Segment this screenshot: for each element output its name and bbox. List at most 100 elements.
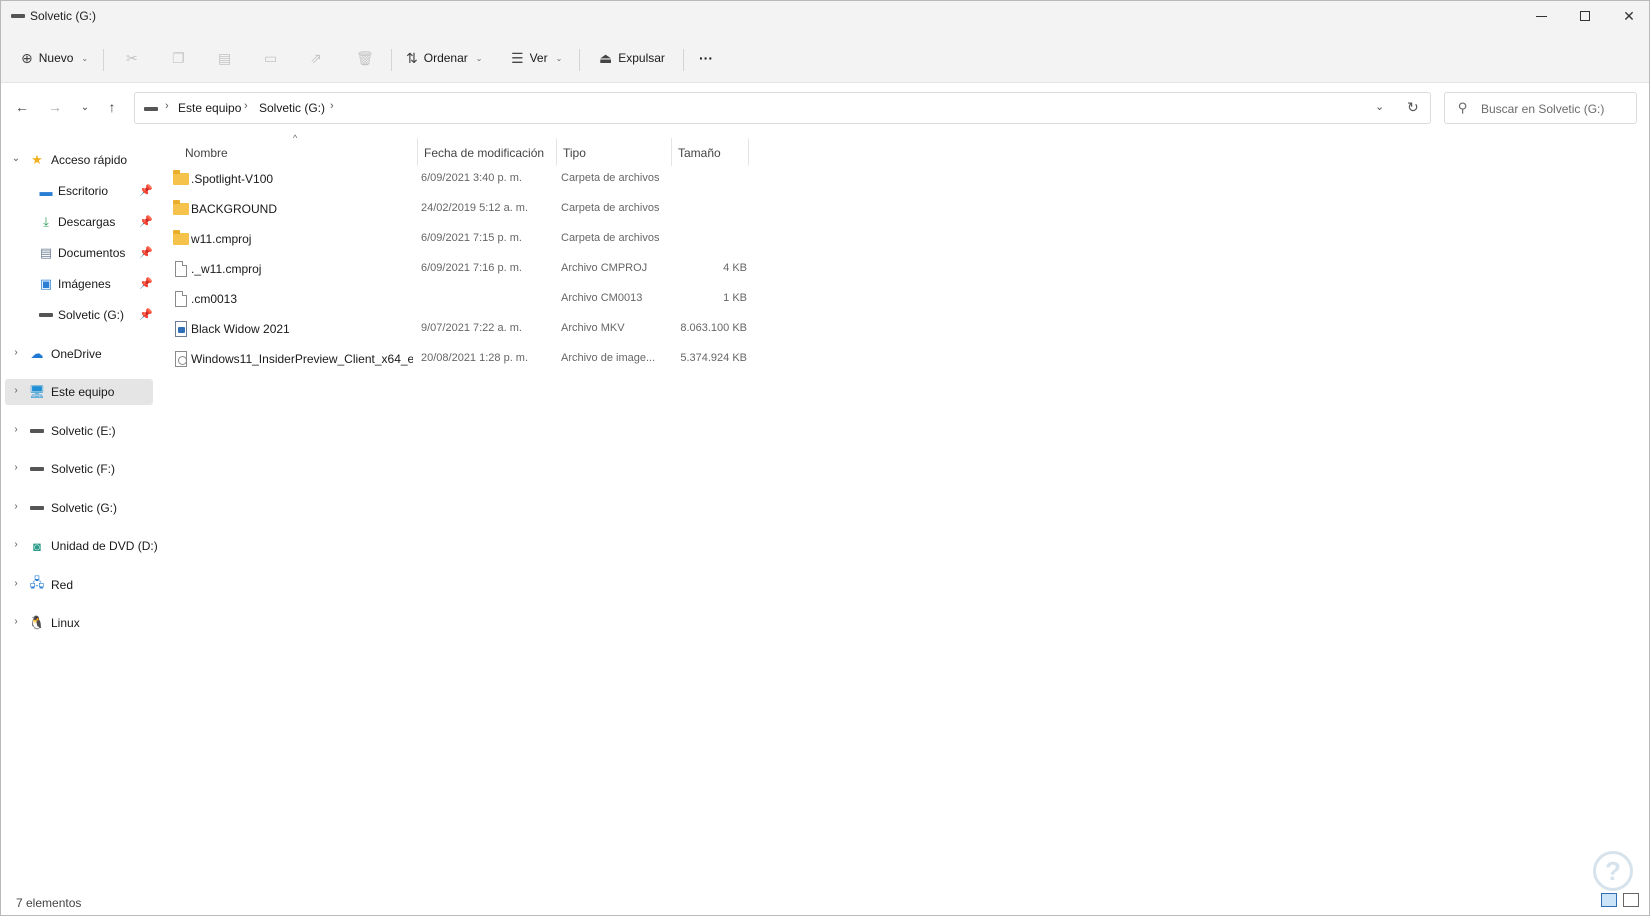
chevron-right-icon[interactable]: › — [11, 578, 21, 589]
rename-button[interactable]: ▭ — [264, 43, 277, 73]
folder-icon — [173, 230, 189, 247]
search-input[interactable]: Buscar en Solvetic (G:) — [1481, 102, 1604, 116]
file-row[interactable]: Black Widow 2021 9/07/2021 7:22 a. m. Ar… — [169, 314, 749, 343]
back-button[interactable]: ← — [10, 96, 34, 118]
folder-icon — [173, 170, 189, 187]
file-row[interactable]: Windows11_InsiderPreview_Client_x64_es..… — [169, 344, 749, 373]
chevron-right-icon[interactable]: › — [11, 501, 21, 512]
pictures-icon: ▣ — [39, 276, 53, 291]
forward-button[interactable]: → — [43, 96, 67, 118]
column-divider[interactable] — [671, 138, 672, 166]
sidebar-item-imagenes[interactable]: ▣ Imágenes 📌 — [5, 271, 153, 297]
column-divider[interactable] — [417, 138, 418, 166]
file-row[interactable]: w11.cmproj 6/09/2021 7:15 p. m. Carpeta … — [169, 224, 749, 253]
file-date: 6/09/2021 3:40 p. m. — [421, 172, 522, 184]
rename-icon: ▭ — [264, 49, 278, 66]
chevron-right-icon[interactable]: › — [11, 539, 21, 550]
address-dropdown-icon[interactable]: ⌄ — [1375, 100, 1384, 113]
eject-button[interactable]: ⏏ Expulsar — [599, 43, 665, 73]
dvd-icon: ◙ — [33, 538, 41, 554]
linux-icon: 🐧 — [28, 615, 46, 630]
chevron-right-icon[interactable]: › — [11, 616, 21, 627]
copy-button[interactable]: ❐ — [172, 43, 185, 73]
title-bar[interactable]: Solvetic (G:) ✕ — [1, 1, 1649, 31]
new-button[interactable]: ⊕ Nuevo ⌄ — [21, 43, 88, 73]
minimize-button[interactable] — [1519, 1, 1563, 31]
view-button[interactable]: ☰ Ver ⌄ — [511, 43, 562, 73]
recent-locations-button[interactable]: ⌄ — [73, 96, 97, 118]
search-box[interactable]: ⚲ Buscar en Solvetic (G:) — [1444, 92, 1637, 124]
sidebar-item-descargas[interactable]: ⤓ Descargas 📌 — [5, 209, 153, 235]
desktop-icon: ▬ — [39, 183, 53, 199]
list-view-icon: ☰ — [511, 49, 524, 66]
chevron-right-icon[interactable]: › — [11, 347, 21, 358]
maximize-button[interactable] — [1563, 1, 1607, 31]
pin-icon: 📌 — [139, 185, 153, 197]
breadcrumb-solvetic-g[interactable]: Solvetic (G:) — [259, 101, 325, 115]
share-button[interactable]: ⇗ — [310, 43, 322, 73]
sidebar-item-red[interactable]: › 🖧 Red — [5, 572, 153, 598]
sidebar-item-solvetic-g-pinned[interactable]: Solvetic (G:) 📌 — [5, 302, 153, 328]
drive-icon — [38, 307, 54, 323]
address-bar[interactable]: › Este equipo › Solvetic (G:) › ⌄ ↻ — [134, 92, 1431, 124]
details-view-icon[interactable] — [1601, 893, 1617, 907]
sort-button[interactable]: ⇅ Ordenar ⌄ — [406, 43, 482, 73]
file-row[interactable]: .cm0013 Archivo CM0013 1 KB — [169, 284, 749, 313]
item-count: 7 elementos — [16, 896, 82, 910]
file-date: 9/07/2021 7:22 a. m. — [421, 322, 522, 334]
sidebar-item-solvetic-e[interactable]: › Solvetic (E:) — [5, 418, 153, 444]
breadcrumb-este-equipo[interactable]: Este equipo — [178, 101, 241, 115]
sidebar-item-solvetic-f[interactable]: › Solvetic (F:) — [5, 456, 153, 482]
drive-icon — [11, 14, 25, 18]
cut-button[interactable]: ✂ — [126, 43, 138, 73]
sidebar-item-escritorio[interactable]: ▬ Escritorio 📌 — [5, 178, 153, 204]
file-row[interactable]: ._w11.cmproj 6/09/2021 7:16 p. m. Archiv… — [169, 254, 749, 283]
file-type: Carpeta de archivos — [561, 172, 660, 184]
sidebar-item-solvetic-g[interactable]: › Solvetic (G:) — [5, 495, 153, 521]
sidebar-item-linux[interactable]: › 🐧 Linux — [5, 610, 153, 636]
file-name: .Spotlight-V100 — [191, 172, 274, 186]
scissors-icon: ✂ — [126, 49, 138, 66]
navigation-pane: ⌄ ★ Acceso rápido ▬ Escritorio 📌 ⤓ Desca… — [1, 138, 159, 878]
chevron-down-icon[interactable]: ⌄ — [11, 153, 21, 164]
delete-button[interactable]: 🗑 — [356, 43, 374, 73]
sidebar-item-label: Red — [51, 578, 74, 592]
sort-label: Ordenar — [423, 51, 468, 65]
sidebar-item-label: OneDrive — [51, 347, 102, 361]
share-icon: ⇗ — [310, 49, 322, 66]
eject-icon: ⏏ — [599, 49, 613, 66]
arrow-up-icon: ↑ — [108, 99, 116, 115]
sidebar-item-label: Solvetic (G:) — [51, 501, 118, 515]
sidebar-item-quick-access[interactable]: ⌄ ★ Acceso rápido — [5, 147, 153, 173]
paste-button[interactable]: ▤ — [218, 43, 231, 73]
chevron-right-icon[interactable]: › — [11, 424, 21, 435]
up-button[interactable]: ↑ — [100, 96, 124, 118]
sidebar-item-este-equipo[interactable]: › 🖥 Este equipo — [5, 379, 153, 405]
chevron-down-icon: ⌄ — [555, 53, 563, 63]
pin-icon: 📌 — [139, 309, 153, 321]
close-icon: ✕ — [1623, 7, 1635, 24]
file-name: .cm0013 — [191, 292, 238, 306]
sidebar-item-label: Documentos — [58, 246, 126, 260]
separator — [579, 49, 580, 71]
column-divider[interactable] — [748, 138, 749, 166]
sidebar-item-label: Imágenes — [58, 277, 111, 291]
column-divider[interactable] — [556, 138, 557, 166]
more-options-button[interactable]: ··· — [699, 43, 713, 73]
chevron-right-icon[interactable]: › — [11, 385, 21, 396]
sidebar-item-documentos[interactable]: ▤ Documentos 📌 — [5, 240, 153, 266]
refresh-icon[interactable]: ↻ — [1407, 99, 1419, 116]
separator — [683, 49, 684, 71]
sidebar-item-onedrive[interactable]: › ☁ OneDrive — [5, 341, 153, 367]
close-button[interactable]: ✕ — [1607, 1, 1650, 31]
file-name: ._w11.cmproj — [191, 262, 262, 276]
drive-icon — [144, 107, 158, 111]
sidebar-item-dvd[interactable]: › ◙ Unidad de DVD (D:) — [5, 533, 157, 559]
file-row[interactable]: BACKGROUND 24/02/2019 5:12 a. m. Carpeta… — [169, 194, 749, 223]
sidebar-item-label: Solvetic (E:) — [51, 424, 116, 438]
sidebar-item-label: Escritorio — [58, 184, 109, 198]
chevron-right-icon[interactable]: › — [11, 462, 21, 473]
large-icons-view-icon[interactable] — [1623, 893, 1639, 907]
folder-icon — [173, 200, 189, 217]
file-row[interactable]: .Spotlight-V100 6/09/2021 3:40 p. m. Car… — [169, 164, 749, 193]
